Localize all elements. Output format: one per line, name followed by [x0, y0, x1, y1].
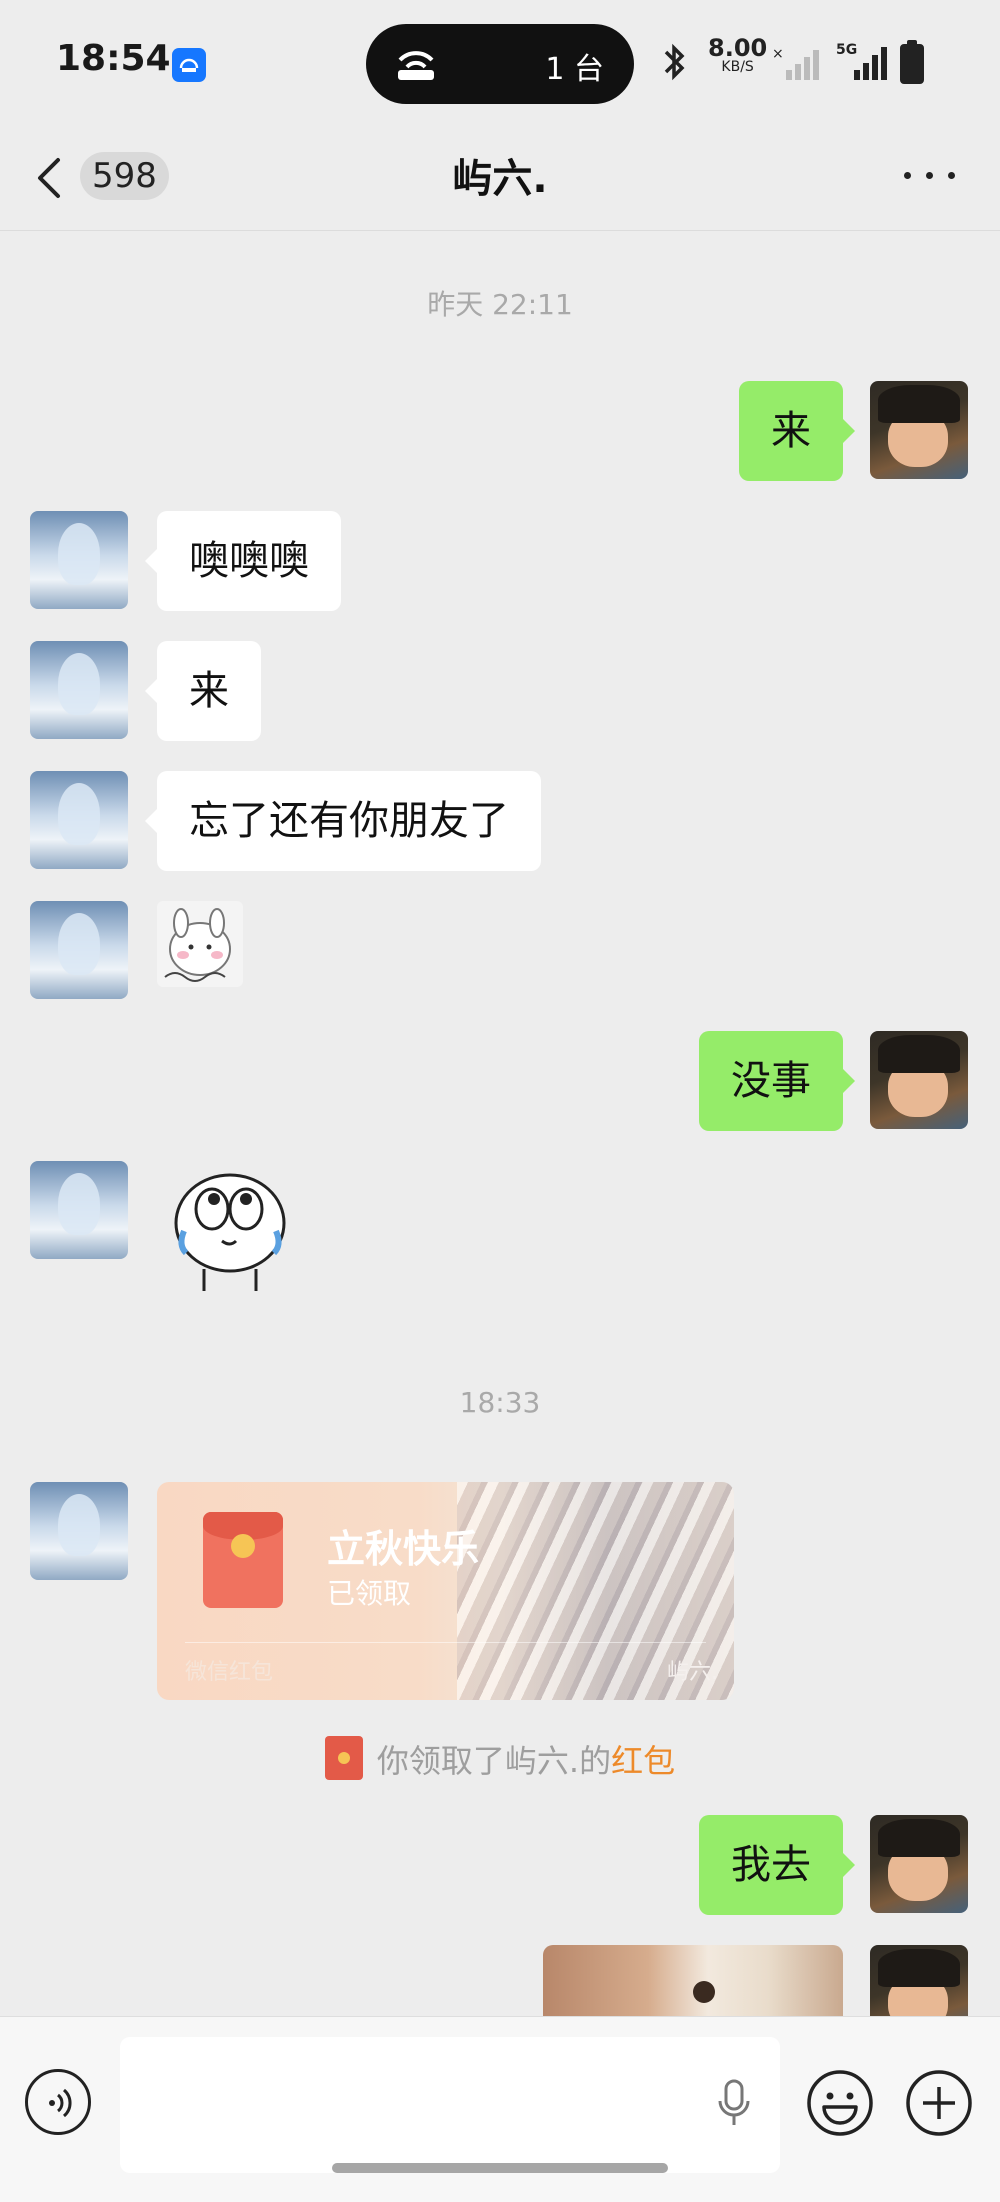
contact-avatar[interactable] [30, 901, 128, 999]
emoji-button[interactable] [806, 2069, 874, 2137]
contact-avatar[interactable] [30, 511, 128, 609]
status-bar: 18:54 1 台 8.00 KB/S × 5G [0, 0, 1000, 120]
hotspot-icon [398, 51, 434, 80]
voice-input-button[interactable] [25, 2069, 91, 2135]
message-list[interactable]: 昨天 22:11 来 噢噢噢 来 忘了还有你朋友了 没事 18:33 立秋快乐 … [0, 231, 1000, 2016]
bunny-sticker[interactable] [157, 901, 243, 987]
red-packet-icon [203, 1512, 283, 1608]
contact-avatar[interactable] [30, 771, 128, 869]
dynamic-island[interactable]: 1 台 [366, 24, 634, 104]
message-timestamp: 18:33 [459, 1386, 541, 1419]
crying-creature-sticker[interactable] [160, 1161, 300, 1301]
dog-photo[interactable] [543, 1945, 843, 2016]
my-avatar[interactable] [870, 1031, 968, 1129]
plus-button[interactable] [905, 2069, 973, 2137]
red-packet-link[interactable]: 红包 [611, 1742, 675, 1780]
red-packet-footer: 微信红包 [185, 1660, 274, 1685]
app-notification-icon [172, 48, 206, 82]
message-bubble-outgoing[interactable]: 我去 [699, 1815, 855, 1915]
message-bubble-incoming[interactable]: 来 [145, 641, 261, 741]
red-packet-card[interactable]: 立秋快乐 已领取 微信红包 屿六. [157, 1482, 734, 1700]
signal-sim1-icon: × [772, 46, 819, 80]
message-bubble-incoming[interactable]: 噢噢噢 [145, 511, 341, 611]
network-speed: 8.00 KB/S [708, 34, 768, 75]
red-packet-status: 已领取 [327, 1577, 412, 1610]
svg-text:5G: 5G [836, 42, 857, 58]
more-options-icon[interactable] [900, 160, 960, 190]
status-time: 18:54 [56, 38, 171, 79]
microphone-icon[interactable] [716, 2079, 752, 2129]
network-speed-unit: KB/S [721, 59, 754, 75]
red-packet-divider [185, 1642, 706, 1643]
chat-title: 屿六. [452, 156, 548, 202]
contact-avatar[interactable] [30, 641, 128, 739]
bluetooth-icon [664, 43, 685, 81]
battery-icon [900, 40, 924, 84]
message-input[interactable] [120, 2037, 780, 2173]
signal-sim2-5g-icon: 5G [836, 42, 887, 80]
my-avatar[interactable] [870, 1945, 968, 2016]
red-packet-system-notice: 你领取了屿六.的红包 [0, 1736, 1000, 1782]
message-bubble-incoming[interactable]: 忘了还有你朋友了 [145, 771, 541, 871]
island-device-count: 1 台 [545, 52, 604, 87]
system-notice-text: 你领取了屿六.的 [376, 1742, 612, 1780]
message-timestamp: 昨天 22:11 [427, 288, 573, 321]
contact-avatar[interactable] [30, 1161, 128, 1259]
svg-text:×: × [772, 46, 784, 62]
red-packet-small-icon [324, 1736, 363, 1780]
status-indicators: 8.00 KB/S × 5G [660, 36, 960, 88]
contact-avatar[interactable] [30, 1482, 128, 1580]
message-bubble-outgoing[interactable]: 来 [739, 381, 855, 481]
chat-header: 598 屿六. [0, 120, 1000, 231]
message-bubble-outgoing[interactable]: 没事 [699, 1031, 855, 1131]
input-bar [0, 2016, 1000, 2202]
my-avatar[interactable] [870, 1815, 968, 1913]
my-avatar[interactable] [870, 381, 968, 479]
red-packet-title: 立秋快乐 [327, 1527, 480, 1571]
red-packet-sender-tag: 屿六. [667, 1660, 718, 1685]
home-indicator[interactable] [332, 2163, 668, 2173]
voice-wave-icon [49, 2088, 72, 2118]
